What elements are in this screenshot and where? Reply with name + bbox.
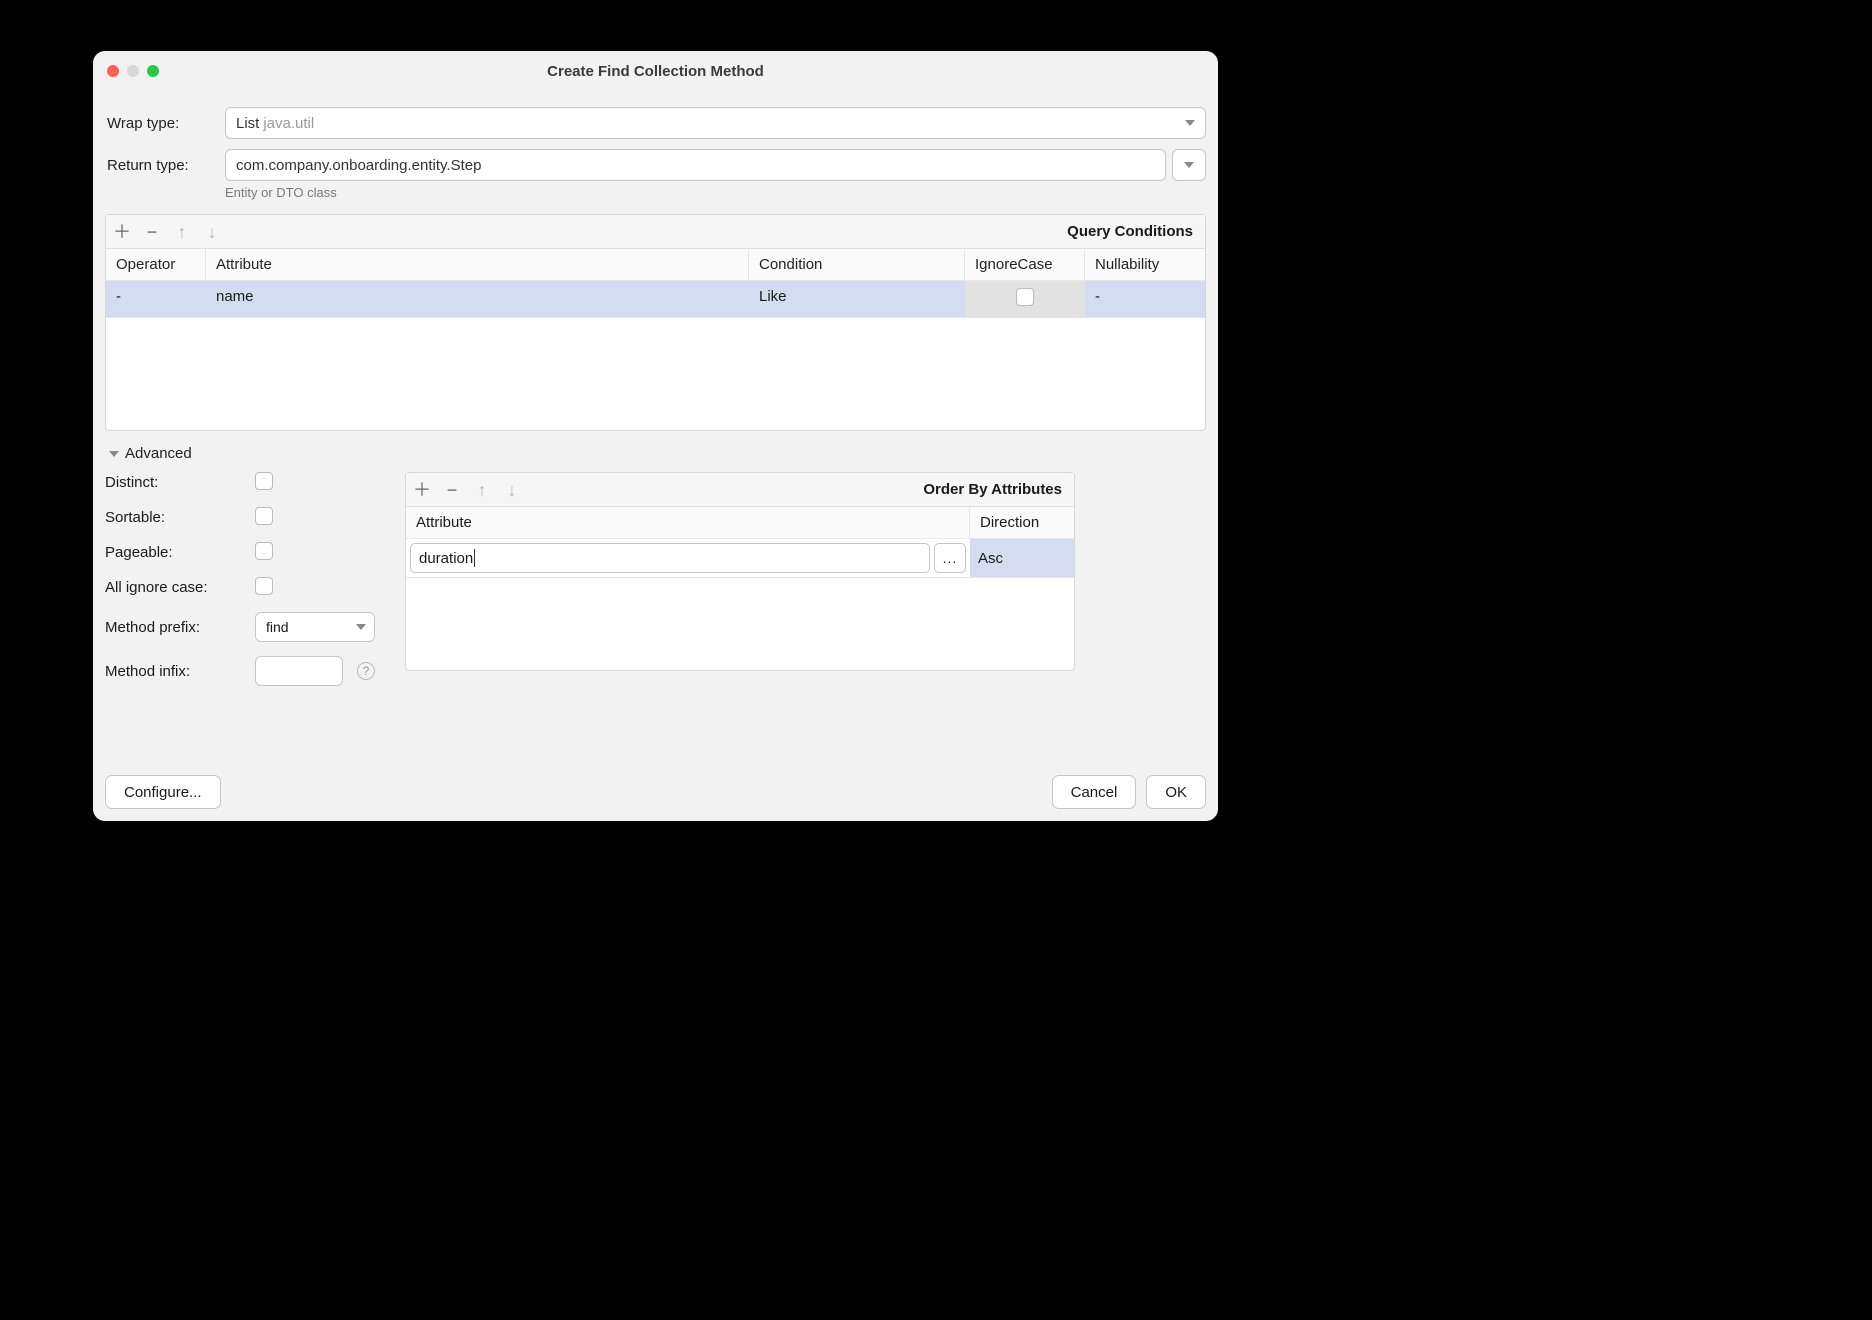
order-by-attribute-value: duration — [419, 550, 473, 567]
query-conditions-grid: Operator Attribute Condition IgnoreCase … — [106, 249, 1205, 318]
advanced-toggle[interactable]: Advanced — [105, 445, 1206, 462]
window-title: Create Find Collection Method — [93, 63, 1218, 80]
col-ignorecase: IgnoreCase — [965, 249, 1085, 281]
remove-icon[interactable]: − — [444, 482, 460, 498]
col-operator: Operator — [106, 249, 206, 281]
advanced-options: Distinct: Sortable: Pageable: All ignore… — [105, 472, 385, 686]
col-attribute: Attribute — [406, 507, 970, 539]
maximize-icon[interactable] — [147, 65, 159, 77]
wrap-type-label: Wrap type: — [105, 115, 225, 132]
content-area: Wrap type: List java.util Return type: c… — [93, 91, 1218, 821]
pageable-label: Pageable: — [105, 544, 255, 561]
return-type-value: com.company.onboarding.entity.Step — [236, 157, 481, 174]
attribute-cell: duration ... — [406, 539, 970, 578]
configure-button[interactable]: Configure... — [105, 775, 221, 809]
dialog-footer: Configure... Cancel OK — [105, 759, 1206, 809]
order-by-section: ＋ − ↑ ↓ Order By Attributes Attribute Di… — [405, 472, 1075, 671]
titlebar: Create Find Collection Method — [93, 51, 1218, 91]
window-controls — [93, 65, 159, 77]
browse-button[interactable]: ... — [934, 543, 966, 573]
return-type-helper: Entity or DTO class — [225, 185, 1206, 200]
query-conditions-toolbar: ＋ − ↑ ↓ Query Conditions — [106, 215, 1205, 249]
direction-cell[interactable]: Asc — [970, 539, 1074, 578]
order-by-grid: Attribute Direction duration ... — [406, 507, 1074, 578]
distinct-label: Distinct: — [105, 474, 255, 491]
all-ignore-case-label: All ignore case: — [105, 579, 255, 596]
col-nullability: Nullability — [1085, 249, 1205, 281]
sortable-checkbox[interactable] — [255, 507, 273, 525]
query-conditions-title: Query Conditions — [1067, 223, 1197, 240]
method-prefix-value: find — [266, 619, 289, 635]
grid-empty-area — [106, 318, 1205, 430]
col-attribute: Attribute — [206, 249, 749, 281]
ok-button[interactable]: OK — [1146, 775, 1206, 809]
chevron-down-icon — [356, 624, 366, 630]
dialog-window: Create Find Collection Method Wrap type:… — [93, 51, 1218, 821]
remove-icon[interactable]: − — [144, 224, 160, 240]
query-conditions-section: ＋ − ↑ ↓ Query Conditions Operator Attrib… — [105, 214, 1206, 431]
method-prefix-label: Method prefix: — [105, 619, 255, 636]
cell-ignorecase[interactable] — [965, 281, 1085, 318]
add-icon[interactable]: ＋ — [414, 482, 430, 498]
return-type-input[interactable]: com.company.onboarding.entity.Step — [225, 149, 1166, 181]
advanced-body: Distinct: Sortable: Pageable: All ignore… — [105, 472, 1206, 686]
chevron-down-icon — [1184, 162, 1194, 168]
grid-empty-area — [406, 578, 1074, 670]
move-down-icon: ↓ — [504, 482, 520, 498]
sortable-label: Sortable: — [105, 509, 255, 526]
return-type-dropdown-button[interactable] — [1172, 149, 1206, 181]
col-condition: Condition — [749, 249, 965, 281]
chevron-down-icon — [109, 449, 119, 459]
distinct-checkbox[interactable] — [255, 472, 273, 490]
chevron-down-icon — [1185, 120, 1195, 126]
checkbox-icon[interactable] — [1016, 288, 1034, 306]
order-by-toolbar: ＋ − ↑ ↓ Order By Attributes — [406, 473, 1074, 507]
method-prefix-combo[interactable]: find — [255, 612, 375, 642]
pageable-checkbox[interactable] — [255, 542, 273, 560]
wrap-type-value: List — [236, 115, 259, 132]
order-by-title: Order By Attributes — [923, 481, 1066, 498]
wrap-type-combo[interactable]: List java.util — [225, 107, 1206, 139]
cell-nullability: - — [1085, 281, 1205, 318]
cell-attribute: name — [206, 281, 749, 318]
wrap-type-hint: java.util — [263, 115, 314, 132]
return-type-row: Return type: com.company.onboarding.enti… — [105, 149, 1206, 181]
all-ignore-case-checkbox[interactable] — [255, 577, 273, 595]
cancel-button[interactable]: Cancel — [1052, 775, 1137, 809]
close-icon[interactable] — [107, 65, 119, 77]
cell-operator: - — [106, 281, 206, 318]
wrap-type-row: Wrap type: List java.util — [105, 107, 1206, 139]
add-icon[interactable]: ＋ — [114, 224, 130, 240]
help-icon[interactable]: ? — [357, 662, 375, 680]
method-infix-label: Method infix: — [105, 663, 255, 680]
method-infix-input[interactable] — [255, 656, 343, 686]
move-up-icon: ↑ — [174, 224, 190, 240]
col-direction: Direction — [970, 507, 1074, 539]
move-down-icon: ↓ — [204, 224, 220, 240]
advanced-label: Advanced — [125, 445, 192, 462]
move-up-icon: ↑ — [474, 482, 490, 498]
cell-condition: Like — [749, 281, 965, 318]
return-type-label: Return type: — [105, 157, 225, 174]
minimize-icon — [127, 65, 139, 77]
text-caret — [474, 549, 475, 567]
order-by-attribute-input[interactable]: duration — [410, 543, 930, 573]
